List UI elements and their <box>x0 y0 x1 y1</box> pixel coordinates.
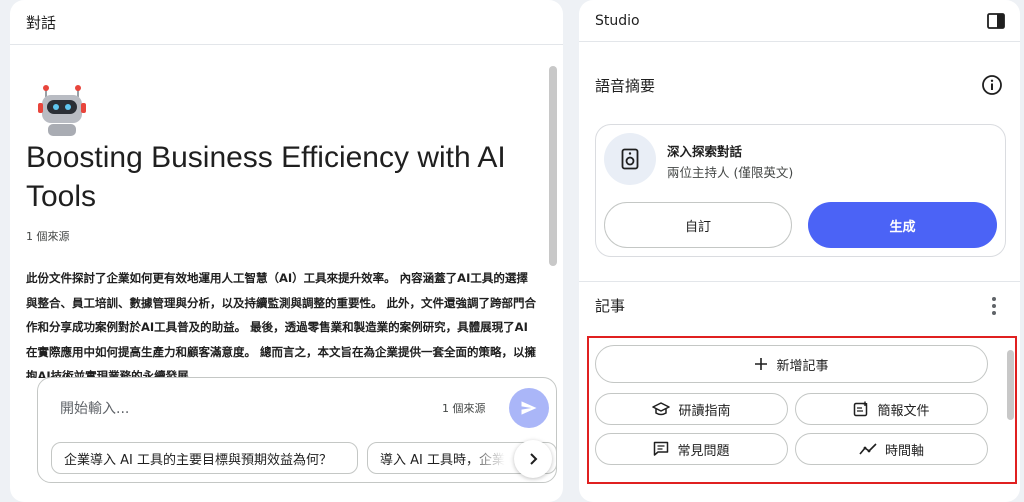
audio-card-subtitle: 兩位主持人 (僅限英文) <box>667 165 794 180</box>
customize-button[interactable]: 自訂 <box>604 202 792 248</box>
highlight-annotation-box <box>587 336 1017 484</box>
studio-panel: Studio 語音摘要 深入探索對話 兩位主持人 (僅限英文) 自訂 生成 記事… <box>579 0 1020 502</box>
input-source-count: 1 個來源 <box>442 402 486 415</box>
chat-input-box[interactable]: 開始輸入... 1 個來源 企業導入 AI 工具的主要目標與預期效益為何？ 導入… <box>37 377 557 483</box>
source-count: 1 個來源 <box>26 230 70 243</box>
chat-input[interactable]: 開始輸入... <box>60 398 129 418</box>
next-suggestions-button[interactable] <box>514 440 552 478</box>
studio-header: Studio <box>579 0 1020 42</box>
notes-section-title: 記事 <box>595 297 626 315</box>
info-icon[interactable] <box>981 74 1003 96</box>
collapse-panel-icon[interactable] <box>986 11 1006 31</box>
chevron-right-icon <box>525 451 541 467</box>
audio-card-title: 深入探索對話 <box>667 144 743 159</box>
robot-emoji-icon <box>34 83 90 137</box>
chat-header-title: 對話 <box>26 13 57 32</box>
suggested-question[interactable]: 企業導入 AI 工具的主要目標與預期效益為何？ <box>51 442 358 474</box>
divider <box>579 281 1020 282</box>
audio-overview-card: 深入探索對話 兩位主持人 (僅限英文) 自訂 生成 <box>595 124 1006 257</box>
studio-header-title: Studio <box>595 12 640 29</box>
suggested-question-label: 企業導入 AI 工具的主要目標與預期效益為何？ <box>64 452 332 468</box>
audio-overview-title: 語音摘要 <box>595 77 656 95</box>
speaker-icon <box>604 133 656 185</box>
send-icon <box>519 398 539 418</box>
notebook-title: Boosting Business Efficiency with AI Too… <box>26 141 506 213</box>
notebook-summary: 此份文件探討了企業如何更有效地運用人工智慧（AI）工具來提升效率。 內容涵蓋了A… <box>26 271 536 378</box>
send-button[interactable] <box>509 388 549 428</box>
chat-scrollbar[interactable] <box>549 66 557 266</box>
more-options-icon[interactable] <box>991 296 997 316</box>
chat-panel: 對話 Boosting Business Efficiency with AI … <box>10 0 563 502</box>
chat-header: 對話 <box>10 0 563 45</box>
generate-button[interactable]: 生成 <box>808 202 997 248</box>
suggested-question-label: 導入 AI 工具時，企業 <box>380 452 505 468</box>
